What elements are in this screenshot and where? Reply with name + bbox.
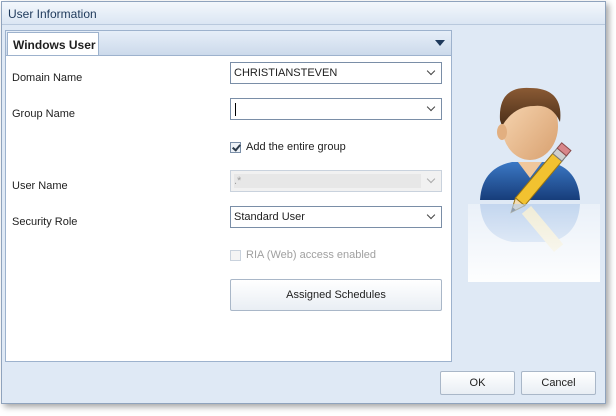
add-entire-group-label: Add the entire group — [246, 141, 346, 153]
ria-access-checkbox[interactable] — [230, 250, 241, 261]
domain-name-dropdown-button[interactable] — [423, 63, 441, 83]
user-edit-icon — [468, 87, 600, 282]
security-role-dropdown[interactable]: Standard User — [230, 206, 442, 228]
group-name-dropdown-button[interactable] — [423, 99, 441, 119]
domain-name-value: CHRISTIANSTEVEN — [234, 67, 338, 79]
user-name-dropdown[interactable]: .* — [230, 170, 442, 192]
ria-access-label: RIA (Web) access enabled — [246, 249, 377, 261]
disabled-field-fill — [234, 174, 421, 188]
cancel-button[interactable]: Cancel — [521, 371, 596, 395]
text-cursor — [235, 103, 236, 116]
group-name-label: Group Name — [12, 108, 75, 120]
group-name-dropdown[interactable] — [230, 98, 442, 120]
user-name-dropdown-button[interactable] — [423, 171, 441, 191]
window-title: User Information — [8, 7, 97, 21]
user-name-label: User Name — [12, 180, 68, 192]
ok-button[interactable]: OK — [440, 371, 515, 395]
user-name-value: .* — [234, 175, 242, 187]
add-entire-group-checkbox[interactable] — [230, 142, 241, 153]
tab-strip: Windows User — [6, 31, 451, 56]
chevron-down-icon — [426, 66, 436, 76]
security-role-label: Security Role — [12, 216, 78, 228]
security-role-value: Standard User — [234, 211, 305, 223]
tab-windows-user[interactable]: Windows User — [7, 32, 99, 55]
user-information-dialog: User Information Windows User Domain Nam… — [1, 1, 606, 404]
assigned-schedules-button[interactable]: Assigned Schedules — [230, 279, 442, 311]
chevron-down-icon — [426, 210, 436, 220]
tab-dropdown-arrow-icon[interactable] — [435, 40, 445, 46]
chevron-down-icon — [426, 102, 436, 112]
domain-name-label: Domain Name — [12, 72, 83, 84]
domain-name-dropdown[interactable]: CHRISTIANSTEVEN — [230, 62, 442, 84]
chevron-down-icon — [426, 174, 436, 184]
title-bar[interactable]: User Information — [2, 2, 605, 25]
form-panel: Windows User Domain Name CHRISTIANSTEVEN… — [5, 30, 452, 362]
security-role-dropdown-button[interactable] — [423, 207, 441, 227]
